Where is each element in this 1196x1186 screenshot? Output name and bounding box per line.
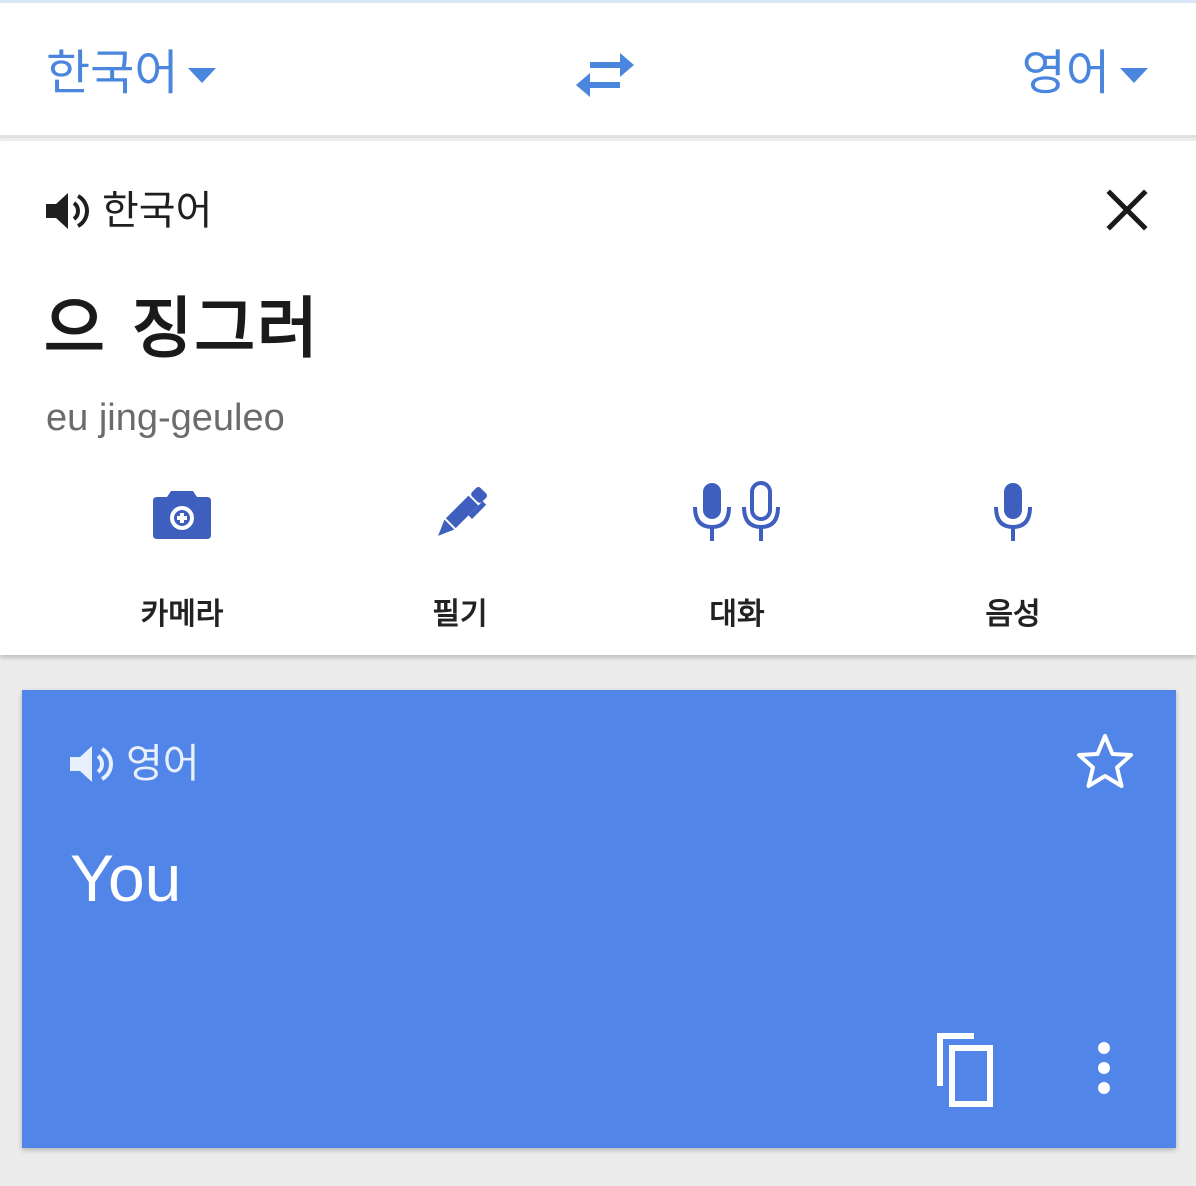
dropdown-caret-icon <box>1120 67 1148 83</box>
romanization-text: eu jing-geuleo <box>46 397 285 439</box>
swap-languages-button[interactable] <box>574 49 636 99</box>
more-options-button[interactable] <box>1084 1038 1124 1102</box>
target-language-label: 영어 <box>1021 45 1110 101</box>
translate-screen: 한국어 영어 한국어 으 징그러 eu jing-geuleo 카메라 필기 대… <box>0 0 1196 1186</box>
camera-label: 카메라 <box>140 597 224 632</box>
star-outline-icon <box>1077 734 1133 788</box>
target-speak-button[interactable]: 영어 <box>68 740 200 788</box>
language-bar: 한국어 영어 <box>0 0 1196 138</box>
voice-button[interactable]: 음성 <box>913 479 1113 632</box>
save-phrase-button[interactable] <box>1074 732 1136 792</box>
clear-input-button[interactable] <box>1102 185 1152 235</box>
camera-button[interactable]: 카메라 <box>82 479 282 632</box>
speaker-icon <box>70 746 113 782</box>
pen-icon <box>438 486 488 536</box>
source-language-label: 한국어 <box>46 45 179 101</box>
dual-microphone-icon <box>693 481 780 541</box>
input-card: 한국어 으 징그러 eu jing-geuleo 카메라 필기 대화 음성 <box>0 141 1196 655</box>
translation-text: You <box>70 841 182 915</box>
handwriting-button[interactable]: 필기 <box>360 479 560 632</box>
close-icon <box>1106 189 1148 231</box>
copy-icon <box>937 1033 993 1107</box>
source-speak-button[interactable]: 한국어 <box>44 187 212 235</box>
voice-label: 음성 <box>985 597 1041 632</box>
source-text[interactable]: 으 징그러 <box>44 289 320 369</box>
more-vertical-icon <box>1098 1042 1110 1094</box>
target-language-select[interactable]: 영어 <box>1022 43 1148 103</box>
camera-icon <box>153 491 211 539</box>
conversation-label: 대화 <box>709 597 765 632</box>
source-language-select[interactable]: 한국어 <box>46 43 217 103</box>
copy-button[interactable] <box>930 1030 1000 1110</box>
source-language-caption: 한국어 <box>102 188 213 234</box>
handwriting-label: 필기 <box>432 597 488 632</box>
target-language-caption: 영어 <box>126 741 200 787</box>
conversation-button[interactable]: 대화 <box>637 479 837 632</box>
microphone-icon <box>994 483 1032 541</box>
dropdown-caret-icon <box>188 67 217 83</box>
translation-result-card: 영어 You <box>22 690 1176 1148</box>
speaker-icon <box>46 193 89 229</box>
